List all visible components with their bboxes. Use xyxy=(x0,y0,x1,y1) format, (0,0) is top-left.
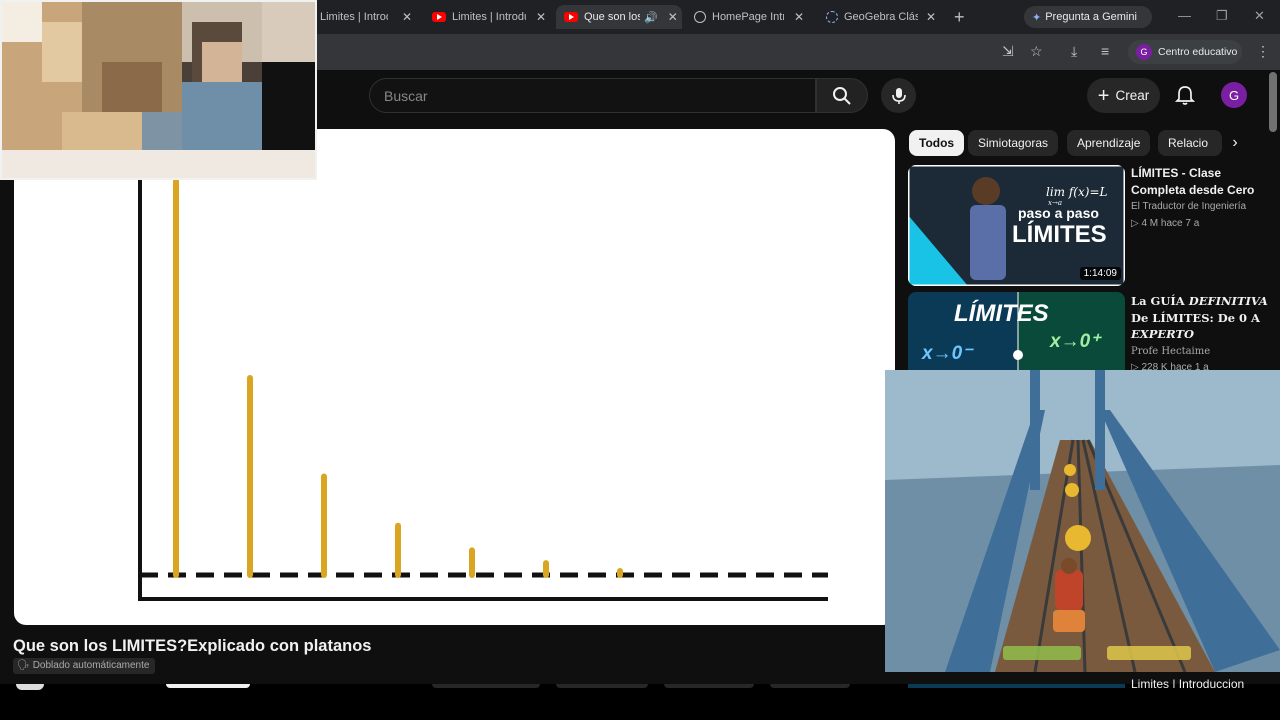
profile-avatar: G xyxy=(1136,44,1152,60)
game-overlay xyxy=(885,370,1280,672)
thumb-formula: lim f(x)=L xyxy=(1046,185,1108,199)
chip-simiotagoras[interactable]: Simiotagoras xyxy=(968,130,1059,156)
video-duration: 1:14:09 xyxy=(1079,267,1121,280)
search-placeholder: Buscar xyxy=(384,87,428,104)
media-control-icon[interactable]: ≡ xyxy=(1101,43,1109,59)
close-tab-icon[interactable]: ✕ xyxy=(536,10,546,24)
title-part: La GUÍA xyxy=(1131,294,1185,308)
thumb-subtitle: paso a paso xyxy=(1018,205,1099,221)
thumb-left-limit: x→0⁻ xyxy=(922,343,973,364)
tab-title: Limites | Introducci xyxy=(320,11,388,23)
recommended-channel[interactable]: Profe Hectaime xyxy=(1131,346,1210,357)
page-bottom-strip: Limites | Introduccion xyxy=(0,678,1280,720)
search-input[interactable]: Buscar xyxy=(369,78,816,113)
dubbed-label: Doblado automáticamente xyxy=(32,660,150,671)
title-part-italic: EXPERTO xyxy=(1131,327,1195,341)
share-button[interactable] xyxy=(556,684,648,688)
close-tab-icon[interactable]: ✕ xyxy=(926,10,936,24)
recommended-thumbnail[interactable]: LÍMITES x→0⁻ x→0⁺ xyxy=(908,292,1125,382)
recommended-title[interactable]: La GUÍA DEFINITIVA De LÍMITES: De 0 A EX… xyxy=(1131,293,1271,343)
browser-tab[interactable]: HomePage Intro ✕ xyxy=(694,5,810,29)
play-count-icon: ▷ xyxy=(1131,362,1142,370)
browser-tab[interactable]: Limites | Introducci ✕ xyxy=(432,5,548,29)
new-tab-button[interactable]: + xyxy=(954,7,965,28)
search-icon xyxy=(833,86,851,105)
gemini-label: Pregunta a Gemini xyxy=(1045,11,1137,23)
recommended-thumbnail[interactable] xyxy=(908,684,1125,688)
geogebra-icon xyxy=(826,11,838,23)
speaker-icon[interactable]: 🔊 xyxy=(644,11,658,24)
dubbed-badge: 🗣 Doblado automáticamente xyxy=(13,658,156,674)
chip-todos[interactable]: Todos xyxy=(909,130,965,156)
tab-title: GeoGebra Clásic xyxy=(844,11,918,23)
subscribe-button[interactable] xyxy=(166,684,250,688)
minimize-icon[interactable]: — xyxy=(1178,8,1191,23)
browser-tab-active[interactable]: Que son los 🔊 ✕ xyxy=(556,5,682,29)
create-button[interactable]: + Crear xyxy=(1087,78,1160,113)
create-label: Crear xyxy=(1115,88,1150,103)
restore-icon[interactable]: ❐ xyxy=(1216,8,1228,24)
account-avatar[interactable]: G xyxy=(1221,82,1247,108)
thumb-heading: LÍMITES xyxy=(954,300,1049,327)
install-app-icon[interactable]: ⇲ xyxy=(1002,43,1014,60)
channel-avatar[interactable] xyxy=(16,684,44,690)
recommended-views: 228 K hace 1 a xyxy=(1141,362,1209,370)
close-tab-icon[interactable]: ✕ xyxy=(402,10,412,24)
recommended-thumbnail[interactable]: lim f(x)=L x→a paso a paso LÍMITES 1:14:… xyxy=(908,165,1125,286)
profile-button[interactable]: G Centro educativo xyxy=(1128,40,1242,64)
tab-title: HomePage Intro xyxy=(712,11,784,23)
thumb-heading: LÍMITES xyxy=(1012,221,1107,248)
close-tab-icon[interactable]: ✕ xyxy=(668,10,678,24)
endless-runner-scene xyxy=(885,370,1280,672)
recommended-meta: ▷ 4 M hace 7 a xyxy=(1131,218,1199,229)
youtube-icon xyxy=(432,12,446,22)
browser-tab[interactable]: Limites | Introducci ✕ xyxy=(320,5,420,29)
play-count-icon: ▷ xyxy=(1131,218,1142,229)
close-window-icon[interactable]: ✕ xyxy=(1254,8,1265,24)
notifications-bell-icon[interactable] xyxy=(1174,84,1196,106)
webcam-overlay xyxy=(0,0,317,180)
globe-icon xyxy=(694,11,706,23)
page-scrollbar[interactable] xyxy=(1269,72,1277,132)
chip-aprendizaje[interactable]: Aprendizaje xyxy=(1067,130,1151,156)
recommended-title[interactable]: LÍMITES - Clase Completa desde Cero xyxy=(1131,165,1261,198)
profile-label: Centro educativo xyxy=(1158,46,1238,58)
thumb-right-limit: x→0⁺ xyxy=(1050,331,1101,352)
recommended-meta: ▷ 228 K hace 1 a xyxy=(1131,362,1209,370)
voice-icon: 🗣 xyxy=(17,660,30,671)
youtube-icon xyxy=(564,12,578,22)
clip-button[interactable] xyxy=(770,684,850,688)
chevron-right-icon[interactable]: › xyxy=(1222,130,1248,156)
tab-title: Limites | Introducci xyxy=(452,11,526,23)
plus-icon: + xyxy=(1097,84,1110,107)
browser-menu-icon[interactable]: ⋮ xyxy=(1256,43,1270,60)
browser-tab[interactable]: GeoGebra Clásic ✕ xyxy=(826,5,942,29)
video-title: Que son los LIMITES?Explicado con platan… xyxy=(13,637,372,655)
video-player[interactable] xyxy=(14,129,895,625)
search-button[interactable] xyxy=(816,78,868,113)
voice-search-button[interactable] xyxy=(881,78,916,113)
title-part-italic: DEFINITIVA xyxy=(1188,294,1268,308)
close-tab-icon[interactable]: ✕ xyxy=(794,10,804,24)
gemini-icon: ✦ xyxy=(1032,11,1042,24)
chip-relacionados[interactable]: Relacio xyxy=(1158,130,1222,156)
bookmark-star-icon[interactable]: ☆ xyxy=(1030,43,1043,60)
screen: Limites | Introducci ✕ Limites | Introdu… xyxy=(0,0,1280,720)
download-icon[interactable]: ⤓ xyxy=(1071,43,1077,60)
gemini-button[interactable]: ✦ Pregunta a Gemini xyxy=(1024,6,1152,28)
limit-bar-chart xyxy=(138,169,828,601)
recommended-views: 4 M hace 7 a xyxy=(1141,218,1200,229)
recommended-title[interactable]: Limites | Introduccion xyxy=(1131,678,1271,688)
save-button[interactable] xyxy=(664,684,754,688)
microphone-icon xyxy=(891,87,906,104)
like-button[interactable] xyxy=(432,684,540,688)
tab-title: Que son los xyxy=(584,11,640,23)
recommended-channel[interactable]: El Traductor de Ingeniería xyxy=(1131,201,1255,212)
title-part: De LÍMITES: De 0 A xyxy=(1131,310,1260,325)
